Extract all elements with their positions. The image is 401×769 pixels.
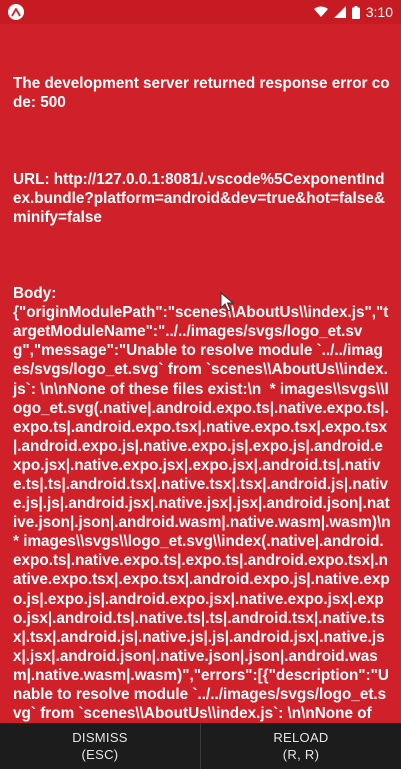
error-url: URL: http://127.0.0.1:8081/.vscode%5Cexp… — [13, 170, 385, 226]
signal-icon — [333, 6, 346, 18]
reload-label: RELOAD — [273, 730, 329, 745]
status-time: 3:10 — [365, 4, 393, 20]
reload-shortcut: (R, R) — [282, 747, 320, 762]
error-body: Body: {"originModulePath":"scenes\\About… — [13, 285, 391, 723]
status-bar: 3:10 — [0, 0, 401, 24]
error-heading: The development server returned response… — [13, 75, 390, 112]
expo-app-icon — [8, 4, 24, 20]
reload-button[interactable]: RELOAD (R, R) — [201, 723, 401, 769]
mouse-cursor-icon — [220, 291, 235, 317]
error-content: The development server returned response… — [13, 36, 391, 761]
dismiss-shortcut: (ESC) — [81, 747, 119, 762]
dismiss-label: DISMISS — [72, 730, 128, 745]
status-left — [8, 4, 24, 20]
dismiss-button[interactable]: DISMISS (ESC) — [0, 723, 200, 769]
wifi-icon — [313, 6, 328, 18]
status-right: 3:10 — [313, 4, 393, 20]
bottom-action-bar: DISMISS (ESC) RELOAD (R, R) — [0, 723, 401, 769]
battery-icon — [351, 5, 360, 19]
